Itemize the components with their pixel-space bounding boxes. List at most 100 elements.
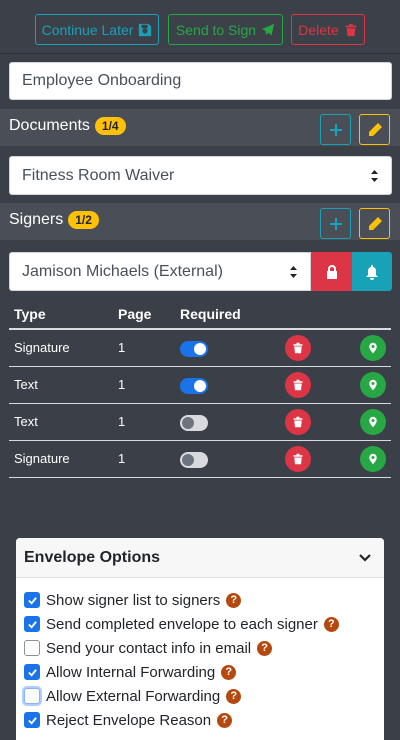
option-checkbox[interactable] <box>24 616 40 632</box>
option-label: Send completed envelope to each signer <box>46 615 318 633</box>
document-select-value: Fitness Room Waiver <box>22 166 175 184</box>
option-item[interactable]: Send completed envelope to each signer? <box>24 614 339 634</box>
pencil-icon <box>368 216 382 230</box>
envelope-title-input[interactable]: Employee Onboarding <box>9 62 392 100</box>
floppy-disk-icon <box>139 23 152 36</box>
locate-field-button[interactable] <box>360 446 386 472</box>
option-label: Reject Envelope Reason <box>46 711 212 729</box>
table-row: Signature 1 <box>9 330 391 367</box>
locate-field-button[interactable] <box>360 372 386 398</box>
toggle-knob <box>182 417 194 429</box>
add-document-button[interactable] <box>320 114 351 145</box>
signer-fields-table: Type Page Required Signature 1 Text 1 Text 1 S… <box>9 300 391 478</box>
option-item[interactable]: Send your contact info in email? <box>24 638 273 658</box>
option-checkbox[interactable] <box>24 712 40 728</box>
option-label: Show signer list to signers <box>46 591 221 609</box>
table-row: Signature 1 <box>9 441 391 478</box>
table-header: Type Page Required <box>9 300 391 330</box>
locate-field-button[interactable] <box>360 335 386 361</box>
toggle-knob <box>194 380 206 392</box>
delete-label: Delete <box>298 21 339 38</box>
option-item[interactable]: Reject Envelope Reason? <box>24 710 233 730</box>
edit-document-button[interactable] <box>359 114 390 145</box>
continue-later-button[interactable]: Continue Later <box>35 14 159 45</box>
question-circle-icon[interactable]: ? <box>217 712 233 728</box>
send-to-sign-button[interactable]: Send to Sign <box>168 14 283 45</box>
column-header-type: Type <box>14 306 46 322</box>
question-circle-icon[interactable]: ? <box>323 616 339 632</box>
chevron-down-icon[interactable] <box>358 551 372 565</box>
document-select[interactable]: Fitness Room Waiver <box>9 156 392 195</box>
required-toggle[interactable] <box>180 378 208 394</box>
locate-field-button[interactable] <box>360 409 386 435</box>
documents-heading-text: Documents <box>9 117 90 134</box>
signers-heading: Signers 1/2 <box>9 211 99 229</box>
trash-icon <box>293 416 303 428</box>
envelope-options-header[interactable]: Envelope Options <box>16 538 384 578</box>
field-type-cell: Text <box>14 377 38 392</box>
field-page-cell: 1 <box>118 377 126 392</box>
map-marker-icon <box>369 342 377 354</box>
question-circle-icon[interactable]: ? <box>226 592 242 608</box>
paper-plane-icon <box>261 23 275 35</box>
option-item[interactable]: Allow Internal Forwarding? <box>24 662 237 682</box>
column-header-required: Required <box>180 306 241 322</box>
sort-caret-icon <box>290 265 297 278</box>
toggle-knob <box>182 454 194 466</box>
option-item[interactable]: Allow External Forwarding? <box>24 686 242 706</box>
lock-icon <box>326 264 337 279</box>
top-toolbar: Continue Later Send to Sign Delete <box>0 0 400 54</box>
trash-icon <box>345 23 356 36</box>
documents-section-header: Documents 1/4 <box>0 109 400 146</box>
required-toggle[interactable] <box>180 341 208 357</box>
delete-field-button[interactable] <box>285 372 311 398</box>
delete-button[interactable]: Delete <box>291 14 365 45</box>
pencil-icon <box>368 122 382 136</box>
signers-count-badge: 1/2 <box>68 211 99 229</box>
map-marker-icon <box>369 416 377 428</box>
question-circle-icon[interactable]: ? <box>226 688 242 704</box>
option-item[interactable]: Show signer list to signers? <box>24 590 242 610</box>
field-type-cell: Signature <box>14 340 70 355</box>
signer-select[interactable]: Jamison Michaels (External) <box>9 252 311 291</box>
signer-lock-button[interactable] <box>311 252 352 291</box>
trash-icon <box>293 453 303 465</box>
delete-field-button[interactable] <box>285 335 311 361</box>
question-circle-icon[interactable]: ? <box>221 664 237 680</box>
required-toggle[interactable] <box>180 452 208 468</box>
field-type-cell: Text <box>14 414 38 429</box>
delete-field-button[interactable] <box>285 446 311 472</box>
plus-icon <box>329 217 342 230</box>
option-checkbox[interactable] <box>24 688 40 704</box>
option-label: Allow Internal Forwarding <box>46 663 216 681</box>
add-signer-button[interactable] <box>320 208 351 239</box>
sort-caret-icon <box>371 169 378 182</box>
envelope-options-title: Envelope Options <box>24 549 161 566</box>
send-to-sign-label: Send to Sign <box>175 21 257 38</box>
trash-icon <box>293 379 303 391</box>
question-circle-icon[interactable]: ? <box>257 640 273 656</box>
check-icon <box>27 596 37 605</box>
check-icon <box>27 668 37 677</box>
bell-icon <box>366 264 378 280</box>
option-checkbox[interactable] <box>24 664 40 680</box>
option-label: Allow External Forwarding <box>46 687 221 705</box>
envelope-options-card: Envelope Options Show signer list to sig… <box>16 538 384 740</box>
signer-select-value: Jamison Michaels (External) <box>22 262 223 280</box>
trash-icon <box>293 342 303 354</box>
delete-field-button[interactable] <box>285 409 311 435</box>
table-row: Text 1 <box>9 404 391 441</box>
signer-notify-button[interactable] <box>352 252 392 291</box>
required-toggle[interactable] <box>180 415 208 431</box>
column-header-page: Page <box>118 306 152 322</box>
envelope-title-value: Employee Onboarding <box>22 72 182 89</box>
option-checkbox[interactable] <box>24 592 40 608</box>
field-page-cell: 1 <box>118 414 126 429</box>
documents-heading: Documents 1/4 <box>9 117 126 135</box>
edit-signer-button[interactable] <box>359 208 390 239</box>
signers-heading-text: Signers <box>9 211 64 228</box>
continue-later-label: Continue Later <box>41 21 134 38</box>
option-checkbox[interactable] <box>24 640 40 656</box>
map-marker-icon <box>369 453 377 465</box>
option-label: Send your contact info in email <box>46 639 252 657</box>
